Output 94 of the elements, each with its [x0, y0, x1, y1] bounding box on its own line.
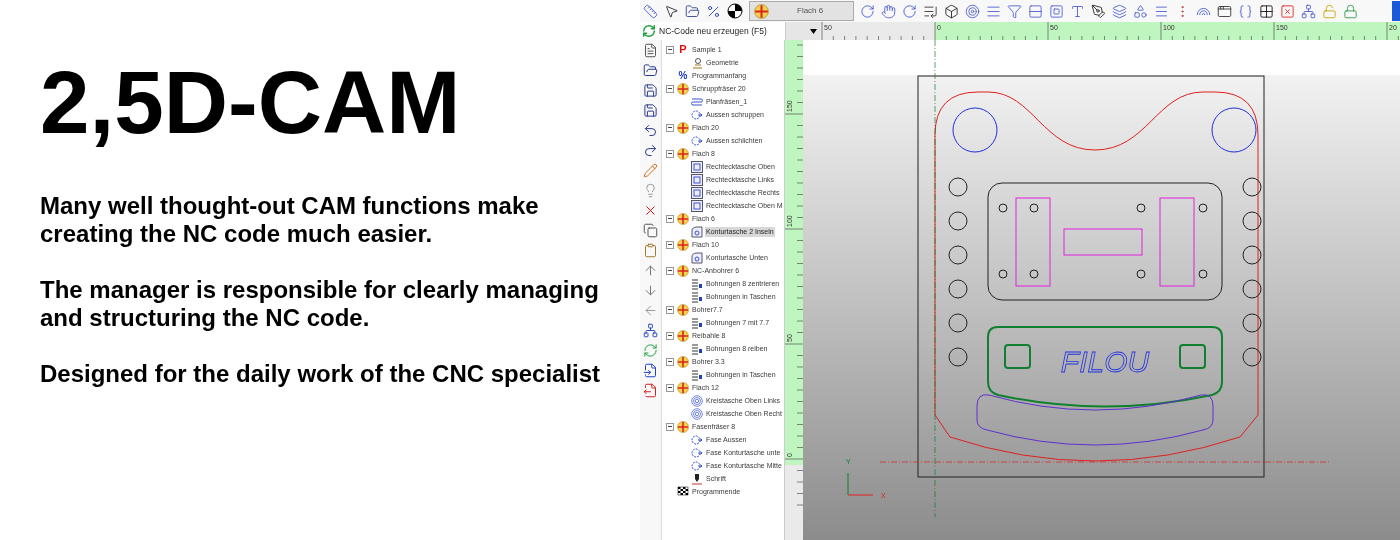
- drill-list-icon: [691, 368, 703, 381]
- contour-pocket-icon: [691, 251, 703, 264]
- checkered-flag-icon: [677, 485, 689, 498]
- drill-list-icon: [691, 277, 703, 290]
- delete-icon[interactable]: [643, 203, 658, 218]
- shapes-icon[interactable]: [1133, 3, 1148, 19]
- concentric-circles-icon: [691, 407, 703, 420]
- tool-icon: [677, 355, 689, 368]
- engraving-text: FILOU: [1060, 345, 1150, 378]
- collapse-icon[interactable]: [666, 149, 674, 158]
- tool-icon: [677, 212, 689, 225]
- collapse-icon[interactable]: [666, 123, 674, 132]
- copy-icon[interactable]: [643, 223, 658, 238]
- rectangle-pocket-icon: [691, 199, 703, 212]
- concentric-circles-icon: [691, 394, 703, 407]
- folder-icon[interactable]: [685, 3, 700, 19]
- arrow-down-icon[interactable]: [643, 283, 658, 298]
- collapse-icon[interactable]: [666, 383, 674, 392]
- percent-glyph: %: [677, 70, 689, 81]
- hand-icon[interactable]: [881, 3, 896, 19]
- percent-icon[interactable]: [706, 3, 721, 19]
- cad-tree-icon[interactable]: [643, 323, 658, 338]
- tool-icon: [754, 3, 769, 19]
- export-icon[interactable]: [643, 383, 658, 398]
- rectangle-pocket-icon: [691, 186, 703, 199]
- collapse-icon[interactable]: [666, 422, 674, 431]
- hero-paragraph: Designed for the daily work of the CNC specialist: [40, 360, 602, 388]
- drill-list-icon: [691, 342, 703, 355]
- tool-combo-box[interactable]: Flach 6: [749, 1, 854, 21]
- import-icon[interactable]: [643, 363, 658, 378]
- tool-icon: [677, 147, 689, 160]
- t-shape-icon[interactable]: [1070, 3, 1085, 19]
- hero-title: 2,5D-CAM: [40, 52, 462, 152]
- hero-paragraph: Many well thought-out CAM functions make creating the NC code much easier.: [40, 192, 540, 248]
- rectangle-pocket-icon: [691, 173, 703, 186]
- collapse-icon[interactable]: [666, 214, 674, 223]
- square-icon[interactable]: [1049, 3, 1064, 19]
- delete-icon[interactable]: [1280, 3, 1295, 19]
- collapse-icon[interactable]: [666, 305, 674, 314]
- collapse-icon[interactable]: [666, 45, 674, 54]
- tool-icon: [677, 264, 689, 277]
- quadrant-disc-icon[interactable]: [727, 3, 743, 19]
- axis-cross-icon: [847, 472, 874, 496]
- hero-paragraph: The manager is responsible for clearly managing and structuring the NC code.: [40, 276, 600, 332]
- lock-icon[interactable]: [1343, 3, 1358, 19]
- rectangle-pocket-icon: [691, 160, 703, 173]
- funnel-icon[interactable]: [1007, 3, 1022, 19]
- layers-icon[interactable]: [1112, 3, 1127, 19]
- tool-icon: [677, 121, 689, 134]
- list-icon[interactable]: [923, 3, 938, 19]
- tool-icon: [677, 82, 689, 95]
- dropdown-button[interactable]: [785, 22, 820, 40]
- tool-icon: [677, 381, 689, 394]
- collapse-icon[interactable]: [666, 240, 674, 249]
- cube-icon[interactable]: [944, 3, 959, 19]
- concentric-circles-icon[interactable]: [965, 3, 980, 19]
- tool-icon: [677, 303, 689, 316]
- circle-arrow-icon[interactable]: [860, 3, 875, 19]
- zigzag-path-icon: [691, 95, 703, 108]
- lines-icon[interactable]: [986, 3, 1001, 19]
- redo-icon[interactable]: [643, 143, 658, 158]
- refresh-icon: [642, 24, 656, 38]
- drill-list-icon: [691, 290, 703, 303]
- drill-list-icon: [691, 316, 703, 329]
- paste-icon[interactable]: [643, 243, 658, 258]
- tool-icon: [677, 238, 689, 251]
- collapse-icon[interactable]: [666, 266, 674, 275]
- geometry-icon: [691, 56, 703, 69]
- document-icon[interactable]: [643, 43, 658, 58]
- combo-value: Flach 6: [797, 5, 824, 17]
- lines-icon[interactable]: [1154, 3, 1169, 19]
- grid-icon[interactable]: [1259, 3, 1274, 19]
- network-icon[interactable]: [1301, 3, 1316, 19]
- rows-icon[interactable]: [1028, 3, 1043, 19]
- collapse-icon[interactable]: [666, 357, 674, 366]
- caret-icon: [810, 28, 817, 34]
- program-glyph: P: [678, 44, 688, 55]
- save-as-icon[interactable]: [643, 103, 658, 118]
- tool-icon: [677, 329, 689, 342]
- collapse-icon[interactable]: [666, 331, 674, 340]
- ruler-icon[interactable]: [643, 3, 658, 19]
- tool-icon: [677, 420, 689, 433]
- save-icon[interactable]: [643, 83, 658, 98]
- contour-pocket-icon: [691, 225, 703, 238]
- pencil-icon[interactable]: [643, 163, 658, 178]
- window-icon[interactable]: [1217, 3, 1232, 19]
- pen-tool-icon[interactable]: [1091, 3, 1106, 19]
- collapse-icon[interactable]: [666, 84, 674, 93]
- folder-icon[interactable]: [643, 63, 658, 78]
- rotate-icon[interactable]: [902, 3, 917, 19]
- braces-icon[interactable]: [1238, 3, 1253, 19]
- pointer-icon[interactable]: [664, 3, 679, 19]
- undo-icon[interactable]: [643, 123, 658, 138]
- engraving-tool-icon: [691, 472, 703, 485]
